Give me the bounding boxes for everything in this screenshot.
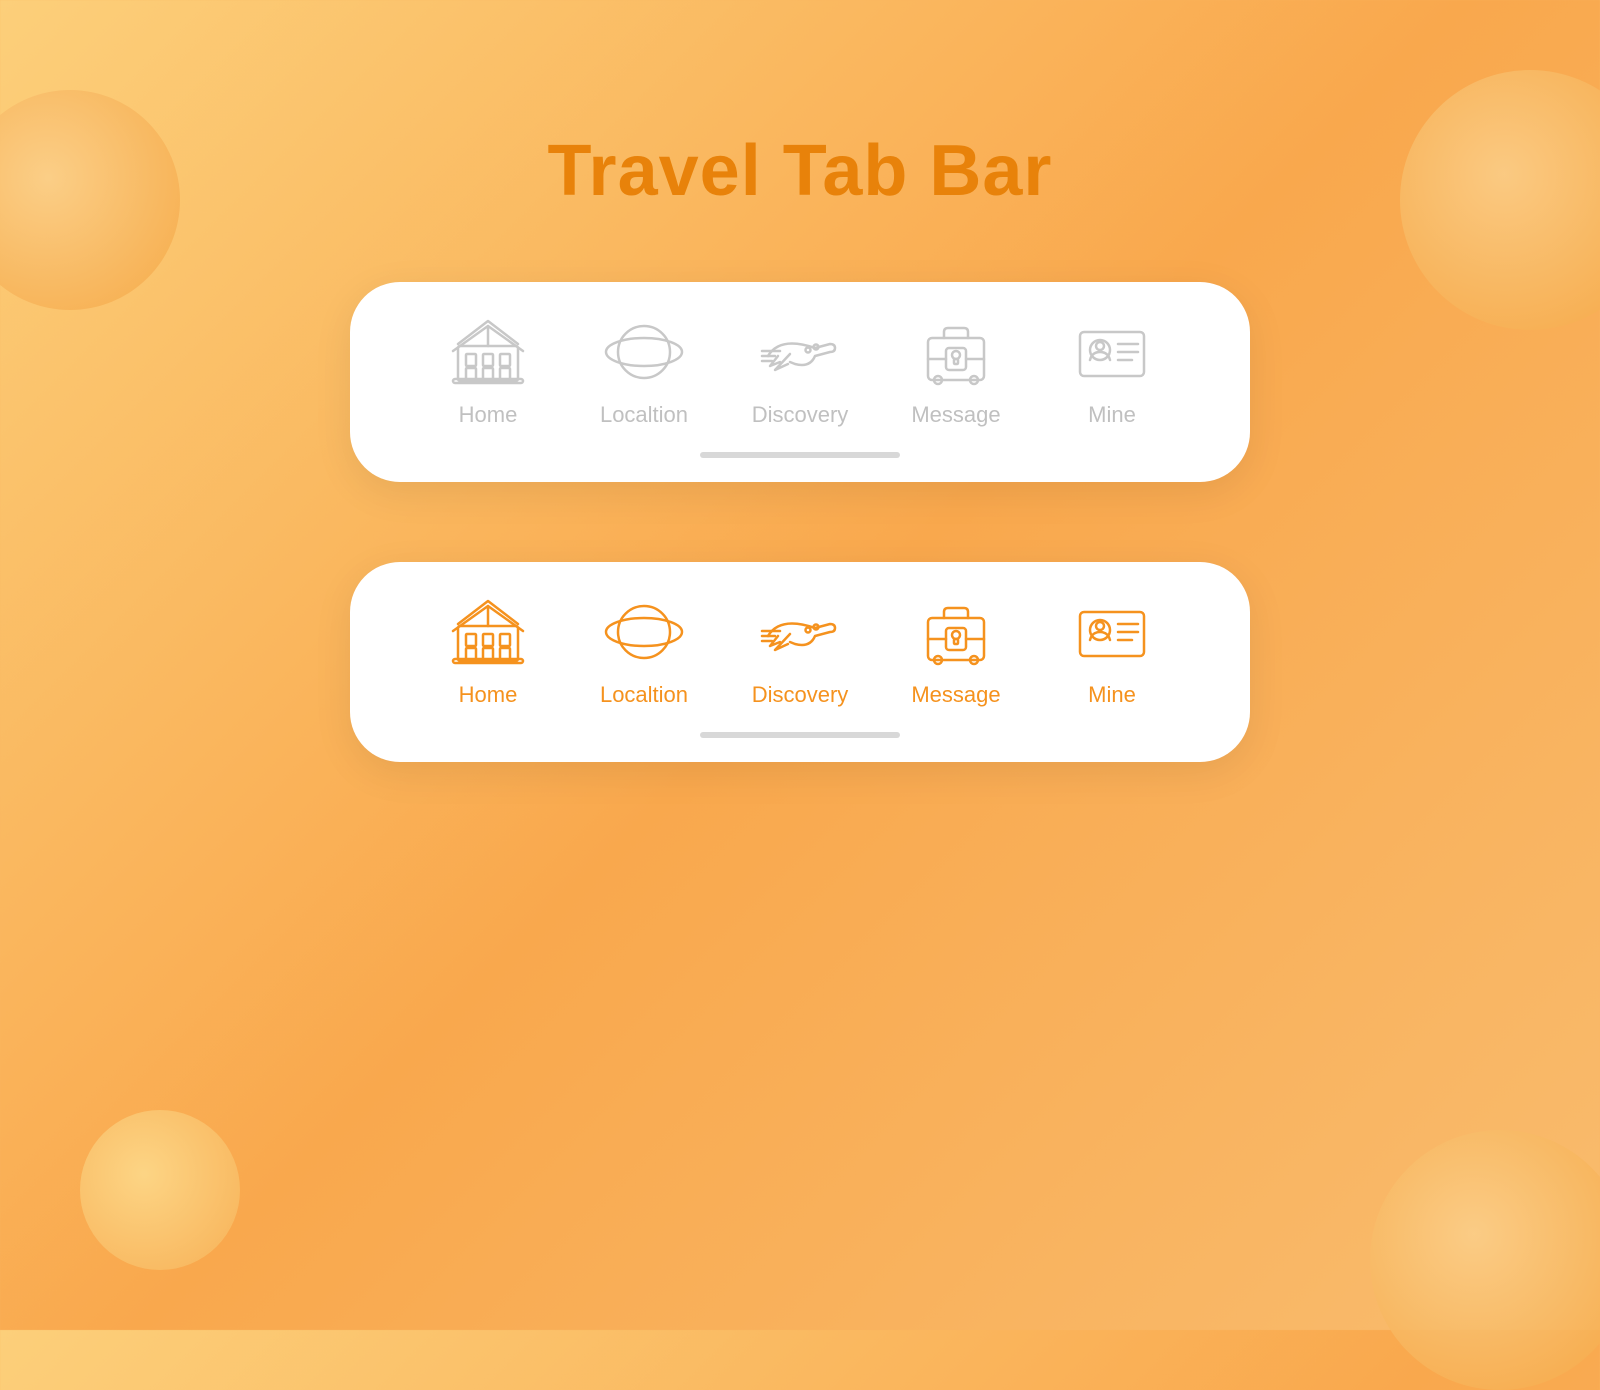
tab-bars-wrapper: Home Localtion (0, 282, 1600, 762)
tab-label-mine-active: Mine (1088, 682, 1136, 708)
tab-label-mine-inactive: Mine (1088, 402, 1136, 428)
tab-message-inactive[interactable]: Message (878, 312, 1034, 428)
location-icon (599, 312, 689, 392)
tab-discovery-inactive[interactable]: Discovery (722, 312, 878, 428)
tab-label-discovery-active: Discovery (752, 682, 849, 708)
inactive-tab-items: Home Localtion (410, 312, 1190, 428)
tab-label-location-inactive: Localtion (600, 402, 688, 428)
tab-home-active[interactable]: Home (410, 592, 566, 708)
scroll-indicator-active (700, 732, 900, 738)
tab-mine-active[interactable]: Mine (1034, 592, 1190, 708)
active-tab-items: Home Localtion (410, 592, 1190, 708)
message-icon-active (911, 592, 1001, 672)
discovery-icon (755, 312, 845, 392)
page-title: Travel Tab Bar (0, 130, 1600, 212)
inactive-tab-bar: Home Localtion (350, 282, 1250, 482)
tab-label-message-inactive: Message (911, 402, 1000, 428)
scroll-indicator-inactive (700, 452, 900, 458)
tab-label-home-active: Home (459, 682, 518, 708)
message-icon (911, 312, 1001, 392)
tab-mine-inactive[interactable]: Mine (1034, 312, 1190, 428)
tab-location-active[interactable]: Localtion (566, 592, 722, 708)
discovery-icon-active (755, 592, 845, 672)
tab-discovery-active[interactable]: Discovery (722, 592, 878, 708)
decorative-circle-tl (0, 90, 180, 310)
decorative-circle-bl (80, 1110, 240, 1270)
home-icon-active (443, 592, 533, 672)
home-icon (443, 312, 533, 392)
tab-label-home-inactive: Home (459, 402, 518, 428)
tab-label-message-active: Message (911, 682, 1000, 708)
mine-icon (1067, 312, 1157, 392)
tab-location-inactive[interactable]: Localtion (566, 312, 722, 428)
active-tab-bar: Home Localtion (350, 562, 1250, 762)
tab-label-location-active: Localtion (600, 682, 688, 708)
tab-label-discovery-inactive: Discovery (752, 402, 849, 428)
decorative-circle-br (1370, 1130, 1600, 1390)
tab-home-inactive[interactable]: Home (410, 312, 566, 428)
location-icon-active (599, 592, 689, 672)
mine-icon-active (1067, 592, 1157, 672)
tab-message-active[interactable]: Message (878, 592, 1034, 708)
